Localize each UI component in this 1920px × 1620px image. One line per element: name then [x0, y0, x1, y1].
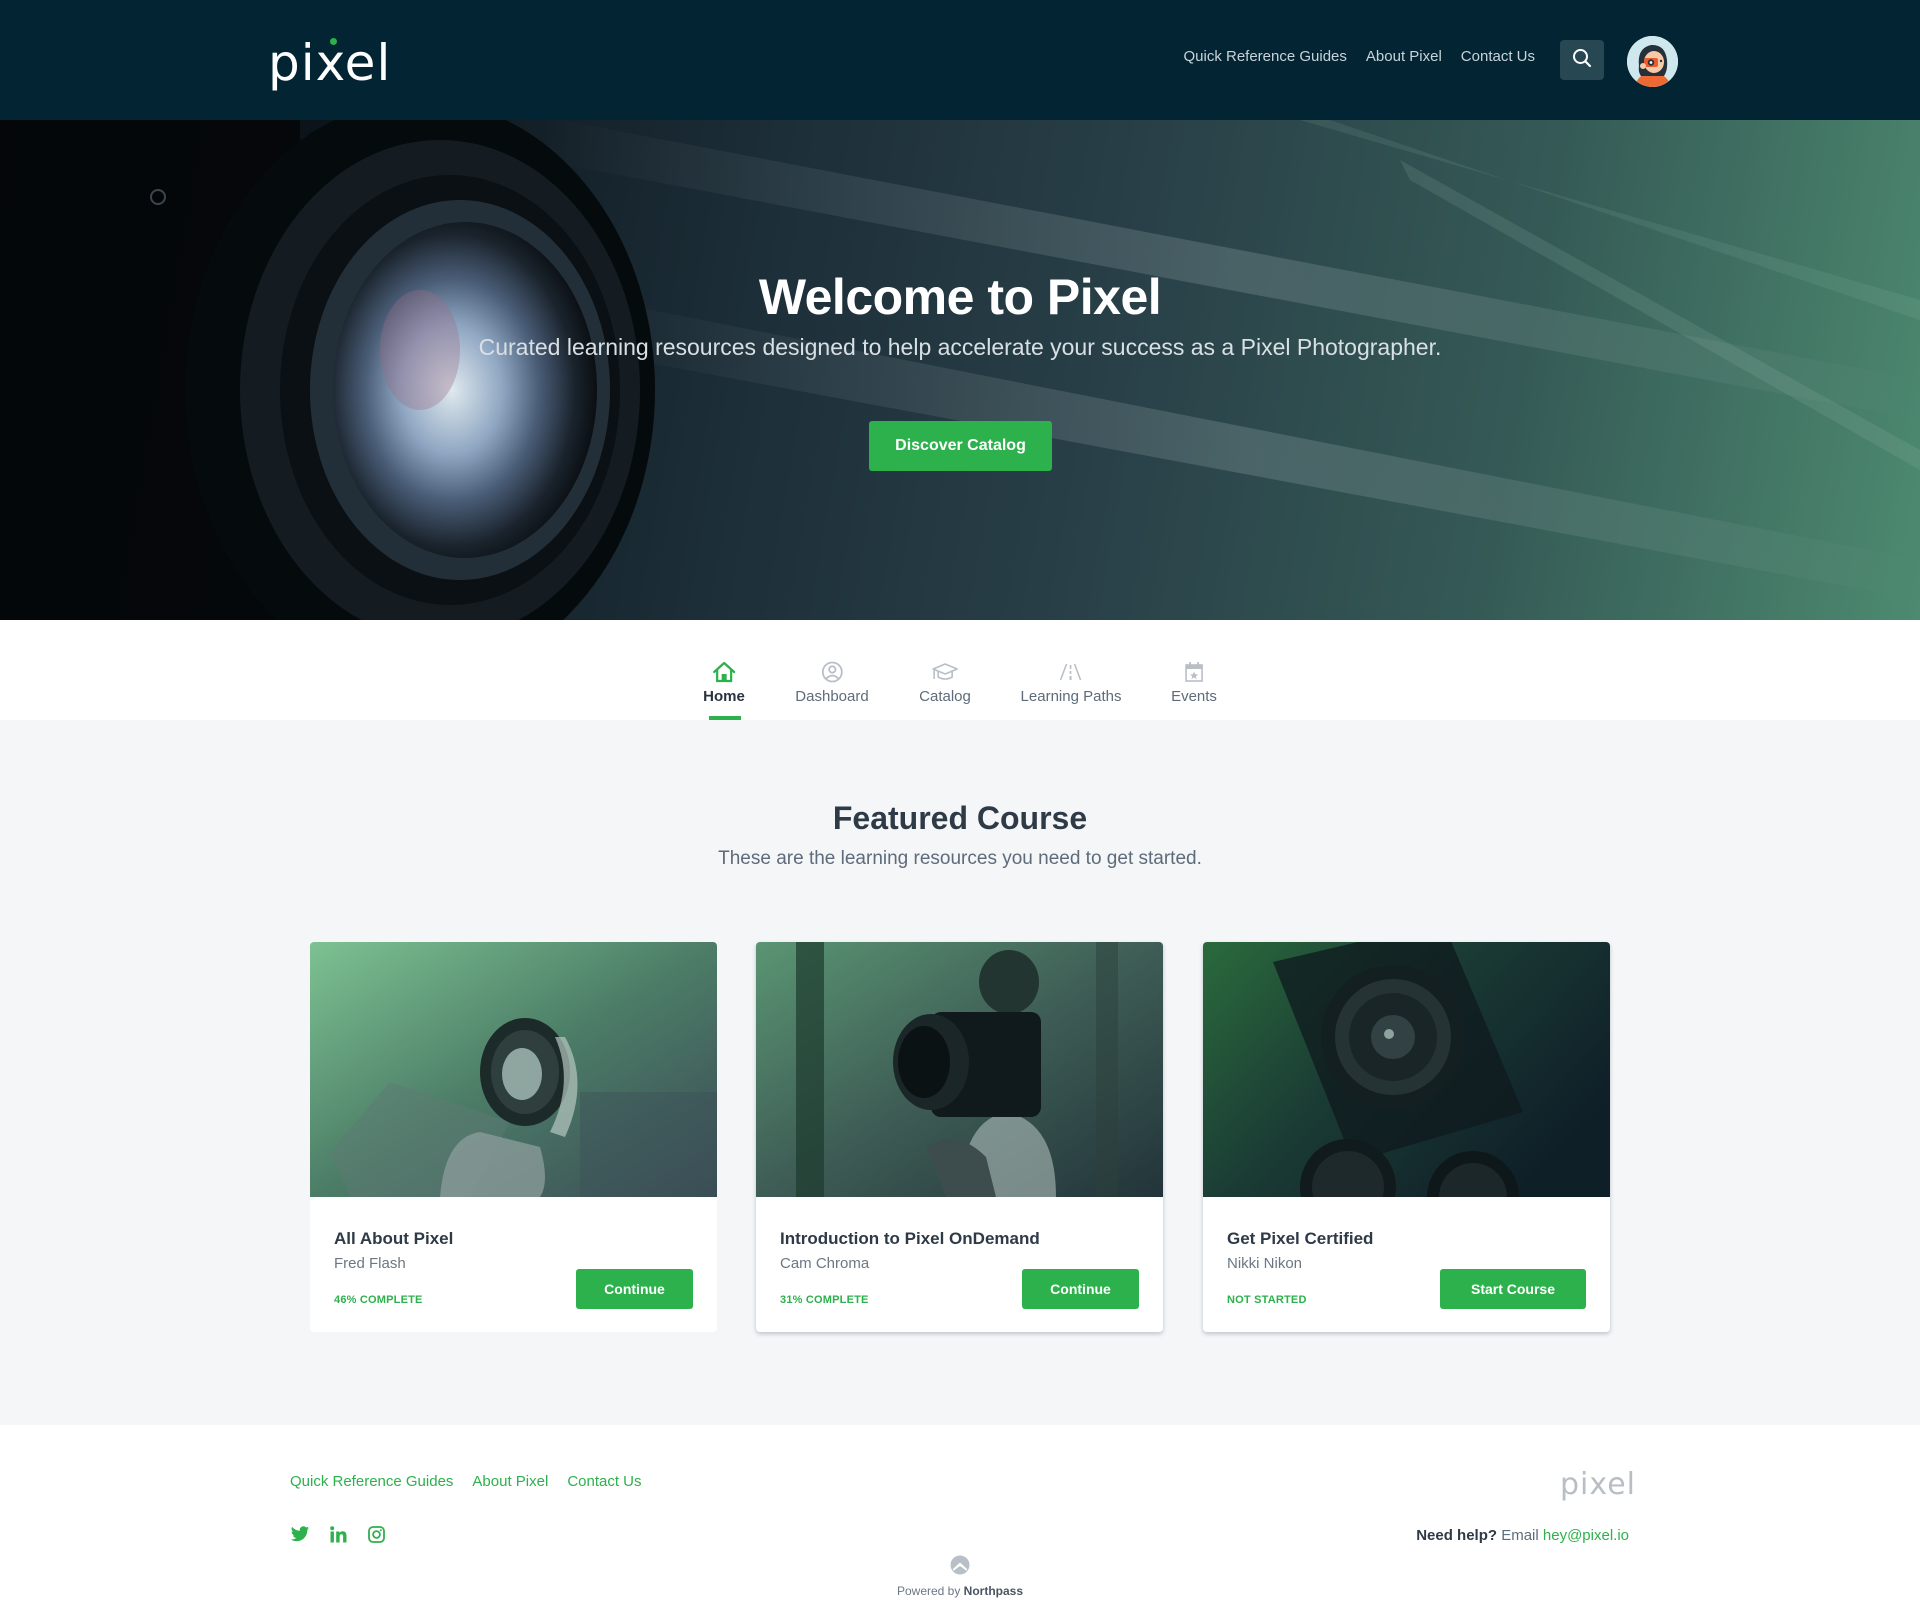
graduation-cap-icon: [931, 660, 959, 684]
continue-button[interactable]: Continue: [1022, 1269, 1139, 1309]
hero-title: Welcome to Pixel: [758, 269, 1162, 325]
course-thumbnail-camera-toss: [756, 942, 1163, 1197]
top-nav: Quick Reference Guides About Pixel Conta…: [1183, 48, 1535, 65]
course-card[interactable]: Get Pixel Certified Nikki Nikon NOT STAR…: [1203, 942, 1610, 1332]
start-course-button[interactable]: Start Course: [1440, 1269, 1586, 1309]
logo-dot: [330, 38, 337, 45]
course-thumbnail-camera-lenses: [1203, 942, 1610, 1197]
page-footer: Quick Reference Guides About Pixel Conta…: [0, 1425, 1920, 1620]
search-button[interactable]: [1560, 40, 1604, 80]
home-icon: [712, 660, 736, 684]
road-icon: [1058, 660, 1084, 684]
pixel-logo[interactable]: pixel: [268, 28, 391, 88]
powered-prefix: Powered by: [896, 1584, 964, 1598]
hero-subtitle: Curated learning resources designed to h…: [478, 334, 1442, 360]
footer-pixel-logo[interactable]: pixel: [1560, 1467, 1636, 1502]
course-author: Nikki Nikon: [1227, 1255, 1303, 1272]
section-title: Featured Course: [832, 800, 1088, 836]
hero-background-image: [0, 120, 1920, 620]
footer-link-contact-us[interactable]: Contact Us: [567, 1473, 641, 1490]
nav-quick-reference-guides[interactable]: Quick Reference Guides: [1183, 48, 1346, 65]
course-author: Fred Flash: [334, 1255, 406, 1272]
tab-label: Dashboard: [795, 688, 869, 705]
tab-label: Catalog: [919, 688, 971, 705]
help-text: Email: [1497, 1527, 1543, 1544]
course-title: Get Pixel Certified: [1227, 1229, 1374, 1248]
tab-dashboard[interactable]: Dashboard: [795, 660, 869, 705]
tab-label: Learning Paths: [1020, 688, 1122, 705]
hero-banner: Welcome to Pixel Curated learning resour…: [0, 120, 1920, 620]
search-icon: [1572, 48, 1592, 73]
course-title: Introduction to Pixel OnDemand: [780, 1229, 1040, 1248]
course-card[interactable]: Introduction to Pixel OnDemand Cam Chrom…: [756, 942, 1163, 1332]
user-circle-icon: [821, 660, 843, 684]
footer-link-about-pixel[interactable]: About Pixel: [472, 1473, 548, 1490]
footer-nav: Quick Reference Guides About Pixel Conta…: [290, 1473, 642, 1490]
section-tabs: Home Dashboard Catalog Learning Paths Ev…: [0, 620, 1920, 720]
discover-catalog-button[interactable]: Discover Catalog: [869, 421, 1052, 471]
nav-contact-us[interactable]: Contact Us: [1461, 48, 1535, 65]
tab-learning-paths[interactable]: Learning Paths: [1020, 660, 1122, 705]
course-title: All About Pixel: [334, 1229, 454, 1248]
powered-by: Powered by Northpass: [0, 1555, 1920, 1598]
user-avatar[interactable]: [1627, 36, 1678, 87]
instagram-icon[interactable]: [366, 1524, 386, 1544]
help-contact: Need help? Email hey@pixel.io: [1416, 1527, 1629, 1544]
top-header: pixel Quick Reference Guides About Pixel…: [0, 0, 1920, 120]
tab-events[interactable]: Events: [1171, 660, 1217, 705]
course-progress-status: 31% COMPLETE: [780, 1294, 869, 1306]
course-progress-status: NOT STARTED: [1227, 1294, 1307, 1306]
help-label: Need help?: [1416, 1527, 1498, 1544]
northpass-logo-icon[interactable]: [950, 1555, 970, 1580]
social-links: [290, 1524, 386, 1544]
tab-label: Home: [703, 688, 745, 705]
tab-catalog[interactable]: Catalog: [919, 660, 971, 705]
course-thumbnail-lens-in-hand: [310, 942, 717, 1197]
footer-link-quick-reference-guides[interactable]: Quick Reference Guides: [290, 1473, 453, 1490]
featured-course-section: Featured Course These are the learning r…: [0, 720, 1920, 1425]
powered-brand[interactable]: Northpass: [964, 1584, 1023, 1598]
continue-button[interactable]: Continue: [576, 1269, 693, 1309]
linkedin-icon[interactable]: [328, 1524, 348, 1544]
powered-by-text: Powered by Northpass: [897, 1584, 1023, 1598]
twitter-icon[interactable]: [290, 1524, 310, 1544]
tab-label: Events: [1171, 688, 1217, 705]
section-subtitle: These are the learning resources you nee…: [718, 848, 1202, 869]
nav-about-pixel[interactable]: About Pixel: [1366, 48, 1442, 65]
course-card[interactable]: All About Pixel Fred Flash 46% COMPLETE …: [310, 942, 717, 1332]
course-author: Cam Chroma: [780, 1255, 870, 1272]
calendar-star-icon: [1184, 660, 1204, 684]
course-progress-status: 46% COMPLETE: [334, 1294, 423, 1306]
help-email-link[interactable]: hey@pixel.io: [1543, 1527, 1629, 1544]
logo-text: pixel: [268, 34, 392, 92]
tab-home[interactable]: Home: [703, 660, 745, 705]
